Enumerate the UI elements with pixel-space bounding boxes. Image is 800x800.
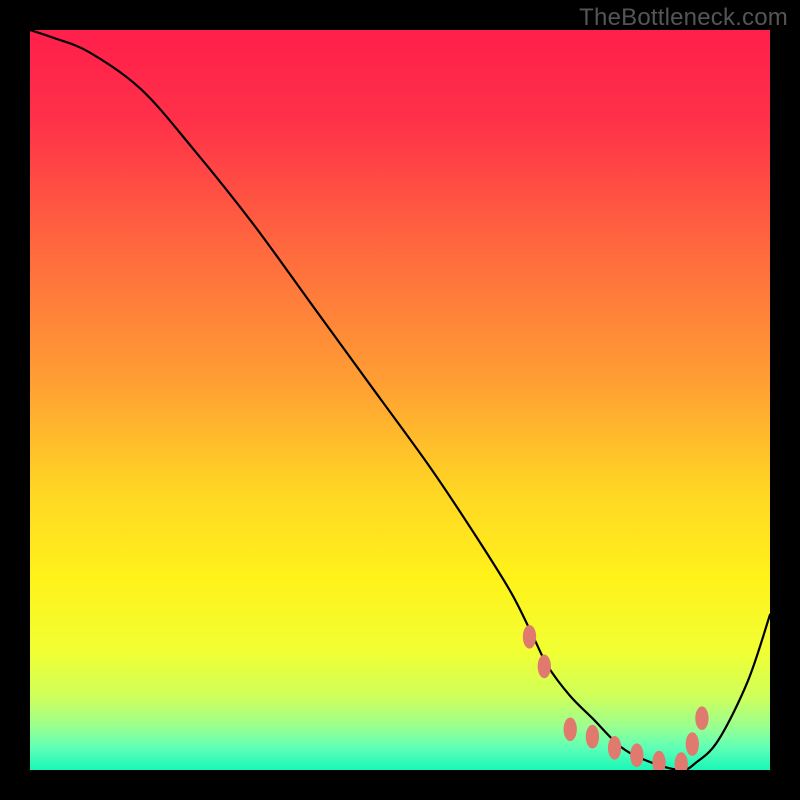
highlight-marker: [630, 743, 643, 767]
highlight-marker: [564, 717, 577, 741]
plot-container: [30, 30, 770, 770]
highlight-marker: [652, 751, 665, 770]
highlight-marker: [695, 706, 708, 730]
watermark-text: TheBottleneck.com: [579, 4, 788, 32]
highlight-marker: [686, 732, 699, 756]
highlight-marker: [538, 655, 551, 679]
highlight-marker: [608, 736, 621, 760]
bottleneck-curve: [30, 30, 770, 770]
chart-frame: TheBottleneck.com: [0, 0, 800, 800]
highlight-marker: [523, 625, 536, 649]
highlight-marker: [586, 725, 599, 749]
highlight-marker: [675, 752, 688, 770]
curve-layer: [30, 30, 770, 770]
marker-group: [523, 625, 709, 770]
